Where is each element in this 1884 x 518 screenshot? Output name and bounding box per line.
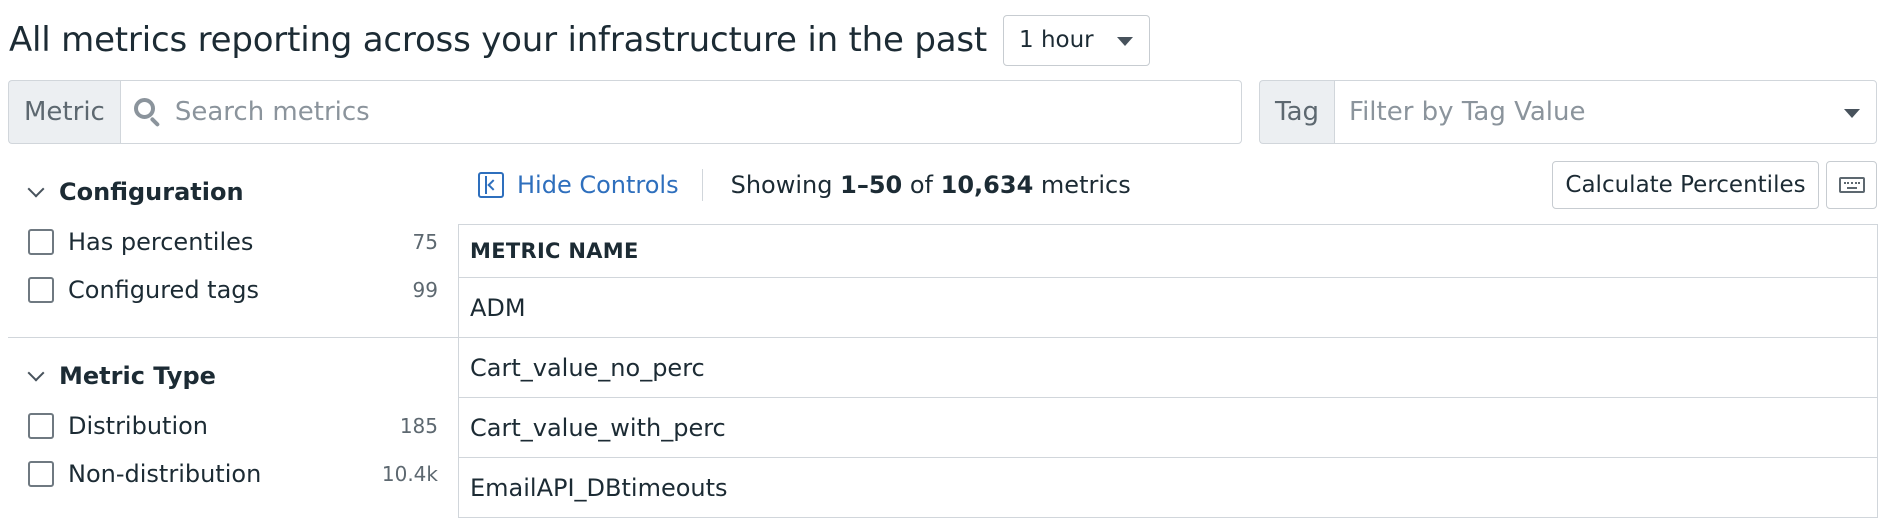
divider (701, 169, 703, 201)
page-header: All metrics reporting across your infras… (9, 14, 1151, 66)
facet-item-label: Distribution (68, 412, 209, 440)
summary-total: 10,634 (940, 171, 1034, 199)
tag-filter-group: Tag Filter by Tag Value (1259, 80, 1877, 144)
facet-title: Metric Type (59, 362, 216, 390)
calculate-percentiles-button[interactable]: Calculate Percentiles (1552, 161, 1819, 209)
tag-filter-select[interactable]: Filter by Tag Value (1334, 80, 1877, 144)
time-range-value: 1 hour (1019, 27, 1094, 53)
checkbox[interactable] (28, 413, 54, 439)
checkbox[interactable] (28, 277, 54, 303)
checkbox[interactable] (28, 229, 54, 255)
table-row[interactable]: ADM (459, 278, 1877, 338)
metric-search-label: Metric (8, 80, 120, 144)
search-icon (133, 97, 163, 128)
summary-suffix: metrics (1040, 171, 1131, 199)
facet-item-non-distribution[interactable]: Non-distribution 10.4k (8, 450, 458, 498)
facet-item-has-percentiles[interactable]: Has percentiles 75 (8, 218, 458, 266)
facet-item-label: Configured tags (68, 276, 260, 304)
metric-search-group: Metric Search metrics (8, 80, 1242, 144)
chevron-down-icon (27, 364, 45, 382)
chevron-down-icon (27, 180, 45, 198)
metric-search-input[interactable]: Search metrics (119, 80, 1242, 144)
list-controls: Hide Controls Showing 1–50 of 10,634 met… (478, 166, 1131, 204)
table-row[interactable]: EmailAPI_DBtimeouts (459, 458, 1877, 518)
results-summary: Showing 1–50 of 10,634 metrics (731, 171, 1131, 199)
table-row[interactable]: Cart_value_with_perc (459, 398, 1877, 458)
collapse-panel-icon[interactable] (478, 172, 504, 198)
facet-item-count: 75 (412, 230, 438, 254)
facet-header-configuration[interactable]: Configuration (8, 170, 458, 214)
keyboard-icon (1838, 177, 1865, 193)
page-title: All metrics reporting across your infras… (9, 20, 988, 60)
facet-item-count: 185 (399, 414, 438, 438)
hide-controls-link[interactable]: Hide Controls (517, 171, 679, 199)
caret-down-icon (1844, 108, 1860, 118)
facet-item-label: Has percentiles (68, 228, 254, 256)
metric-search-placeholder: Search metrics (174, 97, 370, 127)
tag-filter-placeholder: Filter by Tag Value (1349, 97, 1586, 127)
facet-item-count: 10.4k (381, 462, 438, 486)
summary-range: 1–50 (840, 171, 903, 199)
facet-divider (8, 337, 458, 338)
caret-down-icon (1117, 36, 1134, 46)
facet-item-label: Non-distribution (68, 460, 262, 488)
tag-filter-label: Tag (1259, 80, 1335, 144)
column-header-metric-name[interactable]: METRIC NAME (459, 225, 1877, 278)
facet-title: Configuration (59, 178, 244, 206)
table-row[interactable]: Cart_value_no_perc (459, 338, 1877, 398)
facet-sidebar: Configuration Has percentiles 75 Configu… (8, 170, 458, 498)
time-range-select[interactable]: 1 hour (1003, 14, 1151, 66)
summary-prefix: Showing (730, 171, 833, 199)
facet-item-configured-tags[interactable]: Configured tags 99 (8, 266, 458, 314)
facet-item-count: 99 (412, 278, 438, 302)
summary-of: of (909, 171, 934, 199)
facet-header-metric-type[interactable]: Metric Type (8, 354, 458, 398)
checkbox[interactable] (28, 461, 54, 487)
facet-item-distribution[interactable]: Distribution 185 (8, 402, 458, 450)
metrics-table: METRIC NAME ADM Cart_value_no_perc Cart_… (458, 224, 1878, 518)
keyboard-shortcuts-button[interactable] (1826, 161, 1877, 209)
